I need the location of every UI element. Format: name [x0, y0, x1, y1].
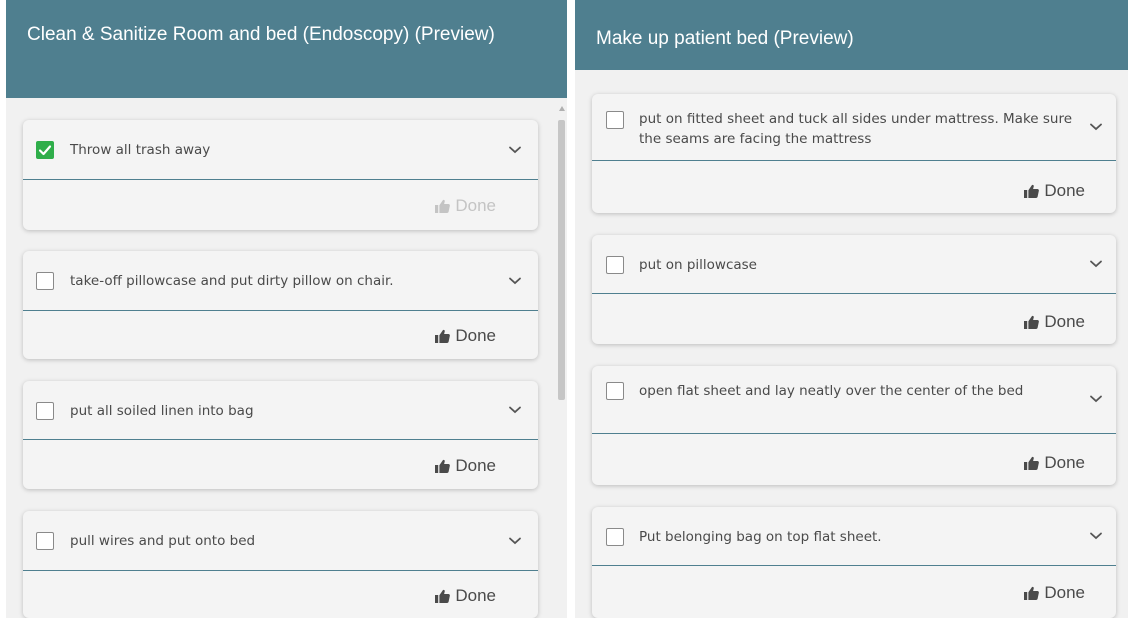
task-card: Throw all trash away Done — [23, 120, 538, 230]
checkmark-icon — [38, 145, 52, 156]
thumbs-up-icon — [1024, 456, 1040, 470]
task-checkbox[interactable] — [606, 382, 624, 400]
thumbs-up-icon — [435, 329, 451, 343]
task-checkbox[interactable] — [36, 532, 54, 550]
scrollbar[interactable] — [556, 98, 567, 618]
task-text: Put belonging bag on top flat sheet. — [639, 529, 882, 545]
task-checkbox[interactable] — [606, 111, 624, 129]
task-checkbox[interactable] — [36, 402, 54, 420]
thumbs-up-icon — [1024, 586, 1040, 600]
done-button[interactable]: Done — [435, 196, 496, 216]
task-text: put all soiled linen into bag — [70, 403, 254, 419]
task-text: put on pillowcase — [639, 257, 757, 273]
done-button[interactable]: Done — [1024, 181, 1085, 201]
done-label: Done — [1044, 453, 1085, 472]
done-label: Done — [455, 326, 496, 345]
done-label: Done — [455, 456, 496, 475]
thumbs-up-icon — [435, 589, 451, 603]
task-card: put on fitted sheet and tuck all sides u… — [592, 94, 1116, 213]
task-card: open flat sheet and lay neatly over the … — [592, 366, 1116, 485]
task-text: open flat sheet and lay neatly over the … — [639, 383, 1024, 399]
done-label: Done — [1044, 181, 1085, 200]
task-card: take-off pillowcase and put dirty pillow… — [23, 251, 538, 359]
task-checkbox[interactable] — [606, 528, 624, 546]
done-button[interactable]: Done — [435, 586, 496, 606]
chevron-down-icon[interactable] — [1089, 394, 1103, 404]
task-card: Put belonging bag on top flat sheet. Don… — [592, 507, 1116, 618]
thumbs-up-icon — [1024, 184, 1040, 198]
thumbs-up-icon — [435, 199, 451, 213]
chevron-down-icon[interactable] — [508, 276, 522, 286]
done-label: Done — [455, 196, 496, 215]
task-text: put on fitted sheet and tuck all sides u… — [639, 111, 1073, 147]
task-card: put on pillowcase Done — [592, 235, 1116, 344]
panel-title: Clean & Sanitize Room and bed (Endoscopy… — [6, 0, 567, 98]
done-button[interactable]: Done — [435, 326, 496, 346]
task-text: pull wires and put onto bed — [70, 533, 256, 549]
task-checkbox[interactable] — [36, 272, 54, 290]
chevron-down-icon[interactable] — [1089, 531, 1103, 541]
scroll-up-arrow-icon[interactable] — [559, 106, 565, 111]
panel-title: Make up patient bed (Preview) — [575, 0, 1128, 70]
checklist-panel-clean-sanitize: Clean & Sanitize Room and bed (Endoscopy… — [6, 0, 567, 618]
thumbs-up-icon — [1024, 315, 1040, 329]
chevron-down-icon[interactable] — [508, 145, 522, 155]
chevron-down-icon[interactable] — [1089, 122, 1103, 132]
done-button[interactable]: Done — [1024, 453, 1085, 473]
task-checkbox[interactable] — [36, 141, 54, 159]
scroll-thumb[interactable] — [558, 120, 565, 400]
chevron-down-icon[interactable] — [1089, 259, 1103, 269]
task-card: pull wires and put onto bed Done — [23, 511, 538, 618]
chevron-down-icon[interactable] — [508, 405, 522, 415]
done-label: Done — [1044, 312, 1085, 331]
done-button[interactable]: Done — [1024, 312, 1085, 332]
done-label: Done — [1044, 583, 1085, 602]
done-button[interactable]: Done — [435, 456, 496, 476]
task-card: put all soiled linen into bag Done — [23, 381, 538, 489]
task-text: take-off pillowcase and put dirty pillow… — [70, 273, 394, 289]
chevron-down-icon[interactable] — [508, 536, 522, 546]
done-button[interactable]: Done — [1024, 583, 1085, 603]
checklist-panel-make-up-bed: Make up patient bed (Preview) put on fit… — [575, 0, 1128, 618]
task-checkbox[interactable] — [606, 256, 624, 274]
done-label: Done — [455, 586, 496, 605]
task-text: Throw all trash away — [70, 142, 211, 158]
thumbs-up-icon — [435, 459, 451, 473]
